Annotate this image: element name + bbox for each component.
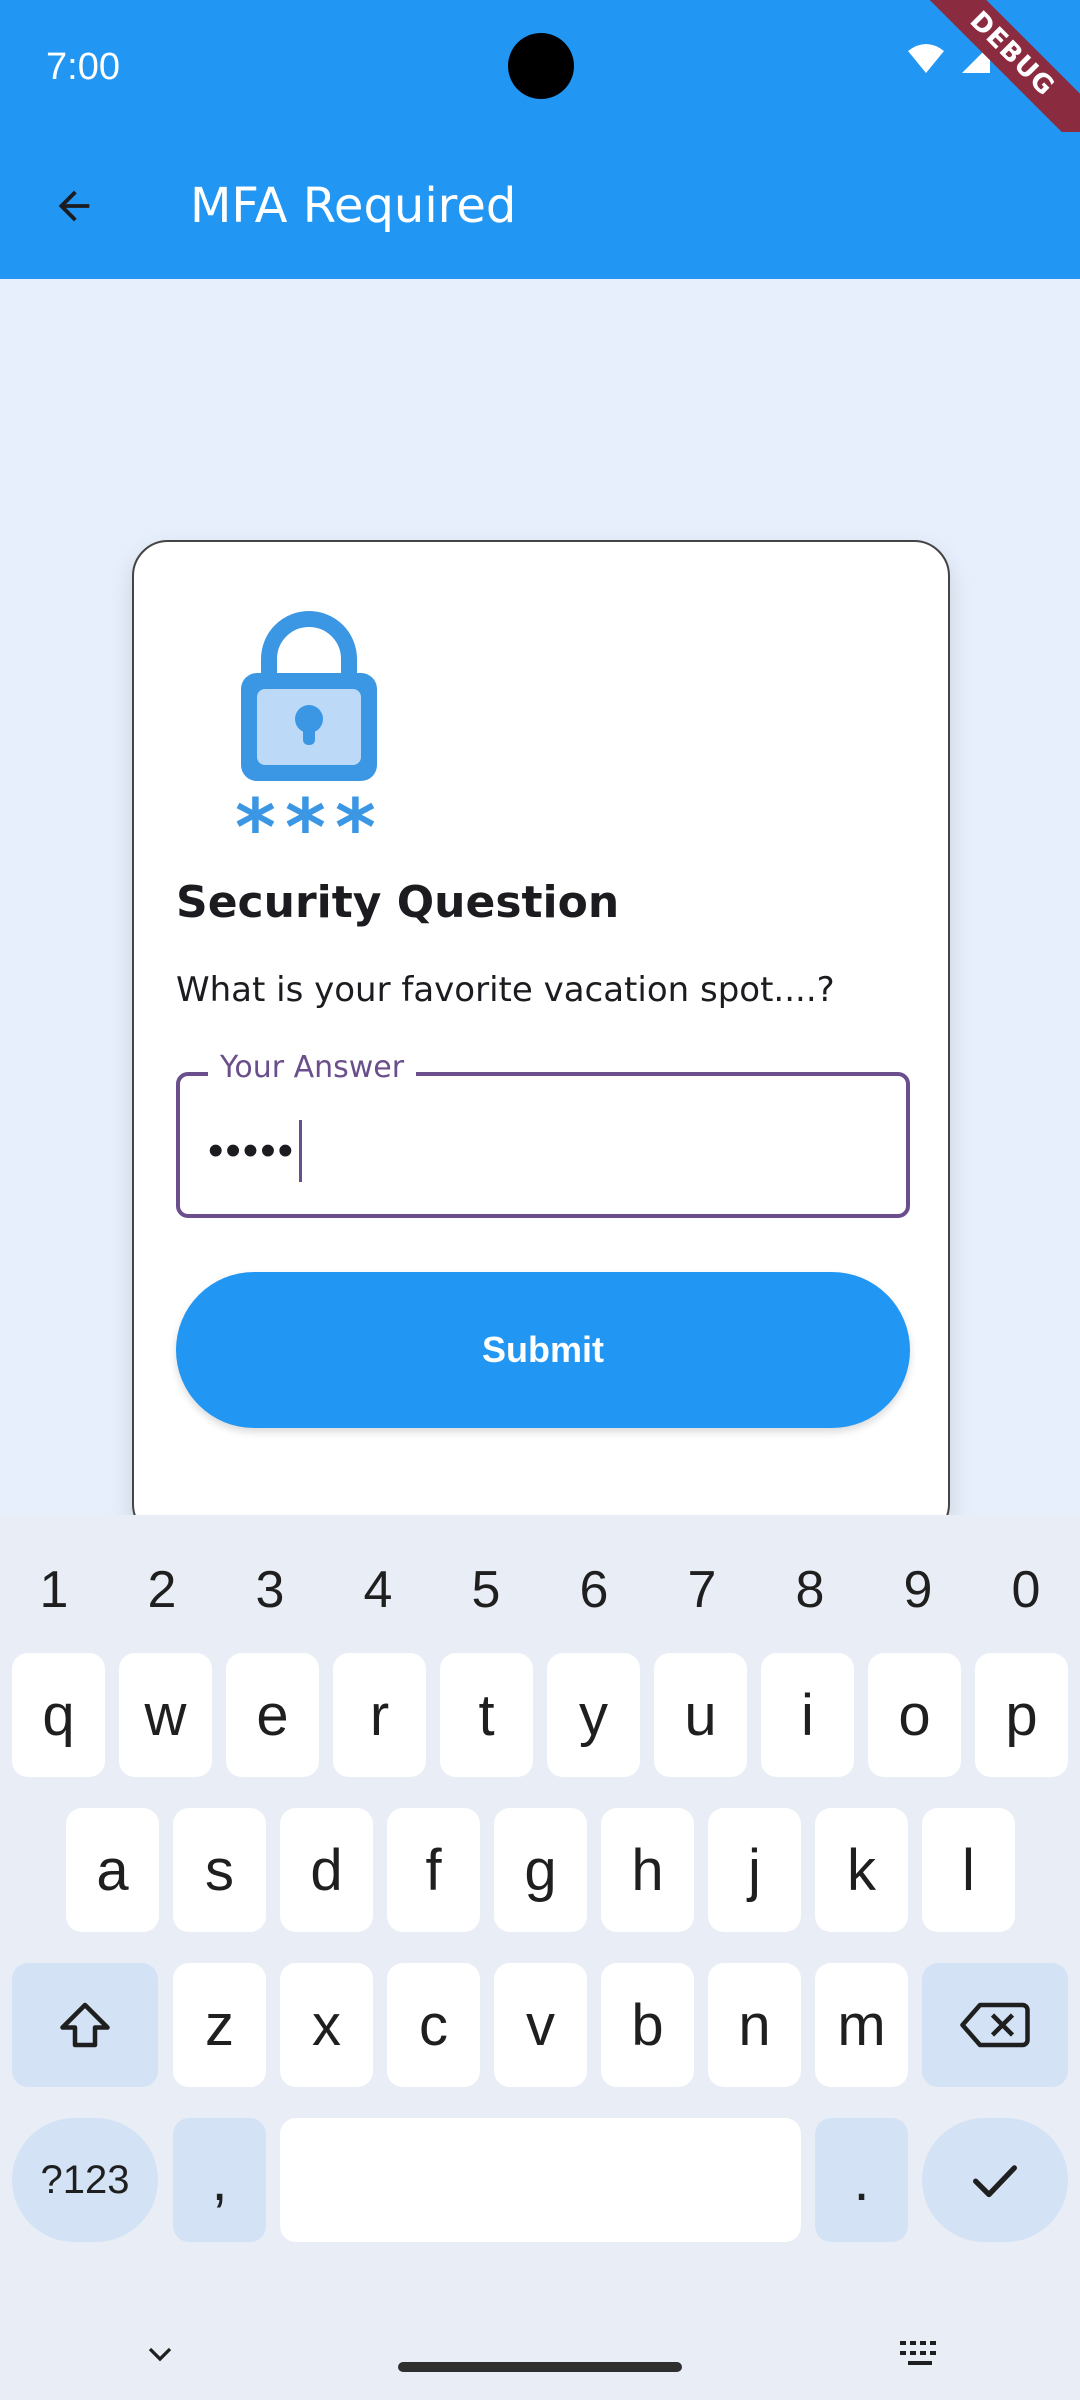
key-h[interactable]: h	[601, 1808, 694, 1932]
key-y[interactable]: y	[547, 1653, 640, 1777]
key-9[interactable]: 9	[864, 1545, 972, 1635]
shift-key[interactable]	[12, 1963, 158, 2087]
backspace-icon	[960, 2002, 1030, 2048]
key-f[interactable]: f	[387, 1808, 480, 1932]
key-p[interactable]: p	[975, 1653, 1068, 1777]
key-a[interactable]: a	[66, 1808, 159, 1932]
key-2[interactable]: 2	[108, 1545, 216, 1635]
text-cursor	[299, 1120, 303, 1182]
back-button[interactable]	[38, 170, 110, 242]
key-l[interactable]: l	[922, 1808, 1015, 1932]
key-1[interactable]: 1	[0, 1545, 108, 1635]
app-bar: MFA Required	[0, 132, 1080, 279]
key-7[interactable]: 7	[648, 1545, 756, 1635]
shift-icon	[60, 2002, 110, 2048]
key-i[interactable]: i	[761, 1653, 854, 1777]
check-icon	[973, 2165, 1017, 2198]
status-bar: 7:00 DEBUG	[0, 0, 1080, 161]
arrow-back-icon	[58, 190, 90, 222]
key-k[interactable]: k	[815, 1808, 908, 1932]
key-s[interactable]: s	[173, 1808, 266, 1932]
answer-field[interactable]: Your Answer •••••	[176, 1050, 910, 1218]
keyboard-nav-row	[0, 2310, 1080, 2400]
answer-value-wrap: •••••	[208, 1120, 303, 1182]
svg-text:*: *	[335, 784, 376, 837]
key-t[interactable]: t	[440, 1653, 533, 1777]
key-n[interactable]: n	[708, 1963, 801, 2087]
key-q[interactable]: q	[12, 1653, 105, 1777]
submit-button[interactable]: Submit	[176, 1272, 910, 1428]
done-key[interactable]	[922, 2118, 1068, 2242]
svg-text:*: *	[235, 784, 276, 837]
key-d[interactable]: d	[280, 1808, 373, 1932]
key-u[interactable]: u	[654, 1653, 747, 1777]
key-x[interactable]: x	[280, 1963, 373, 2087]
soft-keyboard: 1 2 3 4 5 6 7 8 9 0 q w e r t y u i o p …	[0, 1515, 1080, 2400]
key-3[interactable]: 3	[216, 1545, 324, 1635]
key-m[interactable]: m	[815, 1963, 908, 2087]
key-g[interactable]: g	[494, 1808, 587, 1932]
number-row: 1 2 3 4 5 6 7 8 9 0	[0, 1545, 1080, 1635]
key-6[interactable]: 6	[540, 1545, 648, 1635]
home-indicator[interactable]	[398, 2362, 682, 2372]
answer-field-label: Your Answer	[208, 1050, 417, 1085]
key-w[interactable]: w	[119, 1653, 212, 1777]
key-z[interactable]: z	[173, 1963, 266, 2087]
keyboard-switch-icon[interactable]	[898, 2336, 942, 2370]
key-4[interactable]: 4	[324, 1545, 432, 1635]
wifi-icon	[908, 44, 944, 73]
status-time: 7:00	[46, 46, 120, 88]
answer-value: •••••	[208, 1126, 296, 1175]
security-question-text: What is your favorite vacation spot....?	[176, 970, 835, 1010]
period-key[interactable]: .	[815, 2118, 908, 2242]
lock-password-icon: * * *	[229, 597, 389, 874]
comma-key[interactable]: ,	[173, 2118, 266, 2242]
key-o[interactable]: o	[868, 1653, 961, 1777]
key-c[interactable]: c	[387, 1963, 480, 2087]
backspace-key[interactable]	[922, 1963, 1068, 2087]
card-title: Security Question	[176, 877, 620, 928]
key-e[interactable]: e	[226, 1653, 319, 1777]
camera-cutout	[508, 33, 574, 99]
page-title: MFA Required	[190, 178, 517, 234]
key-5[interactable]: 5	[432, 1545, 540, 1635]
key-r[interactable]: r	[333, 1653, 426, 1777]
key-0[interactable]: 0	[972, 1545, 1080, 1635]
security-question-card: * * * Security Question What is your fav…	[132, 540, 950, 1540]
key-v[interactable]: v	[494, 1963, 587, 2087]
symbols-key[interactable]: ?123	[12, 2118, 158, 2242]
chevron-down-icon[interactable]	[140, 2334, 180, 2374]
key-b[interactable]: b	[601, 1963, 694, 2087]
space-key[interactable]	[280, 2118, 801, 2242]
key-8[interactable]: 8	[756, 1545, 864, 1635]
svg-text:*: *	[285, 784, 326, 837]
key-j[interactable]: j	[708, 1808, 801, 1932]
